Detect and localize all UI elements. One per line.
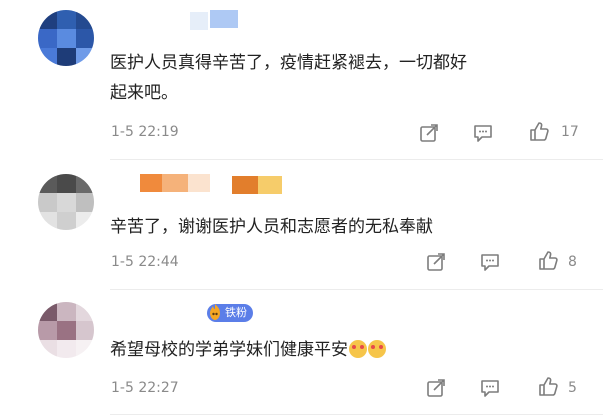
face-emoji-icon xyxy=(349,340,367,358)
username-redacted xyxy=(232,176,258,194)
comment-time: 1-5 22:44 xyxy=(111,254,179,270)
avatar[interactable] xyxy=(38,302,94,358)
avatar[interactable] xyxy=(38,10,94,66)
comment-text: 希望母校的学弟学妹们健康平安 xyxy=(110,335,386,365)
divider xyxy=(110,414,603,415)
share-icon[interactable] xyxy=(425,251,447,273)
comment-icon[interactable] xyxy=(472,122,494,144)
face-emoji-icon xyxy=(368,340,386,358)
thumbs-up-icon[interactable] xyxy=(528,120,550,142)
username-redacted xyxy=(188,174,210,192)
like-count: 17 xyxy=(561,124,579,140)
comment-time: 1-5 22:27 xyxy=(111,380,179,396)
comment-item: 铁粉 希望母校的学弟学妹们健康平安 1-5 22:27 5 xyxy=(0,290,603,417)
avatar[interactable] xyxy=(38,174,94,230)
share-icon[interactable] xyxy=(418,122,440,144)
thumbs-up-icon[interactable] xyxy=(537,375,559,397)
username-redacted[interactable] xyxy=(210,10,238,28)
username-redacted xyxy=(258,176,282,194)
fan-badge-icon xyxy=(205,302,225,322)
username-redacted[interactable] xyxy=(140,174,162,192)
share-icon[interactable] xyxy=(425,377,447,399)
comment-icon[interactable] xyxy=(479,377,501,399)
comment-item: 辛苦了，谢谢医护人员和志愿者的无私奉献 1-5 22:44 8 xyxy=(0,160,603,290)
username-redacted xyxy=(162,174,188,192)
comment-text: 辛苦了，谢谢医护人员和志愿者的无私奉献 xyxy=(110,217,433,237)
comment-item: 医护人员真得辛苦了，疫情赶紧褪去，一切都好 起来吧。 1-5 22:19 17 xyxy=(0,0,603,160)
comment-icon[interactable] xyxy=(479,251,501,273)
comment-time: 1-5 22:19 xyxy=(111,124,179,140)
comment-text: 医护人员真得辛苦了，疫情赶紧褪去，一切都好 起来吧。 xyxy=(110,53,467,103)
username-redacted xyxy=(190,12,208,30)
thumbs-up-icon[interactable] xyxy=(537,249,559,271)
fan-badge[interactable]: 铁粉 xyxy=(207,304,253,322)
like-count: 8 xyxy=(568,254,577,270)
like-count: 5 xyxy=(568,380,577,396)
